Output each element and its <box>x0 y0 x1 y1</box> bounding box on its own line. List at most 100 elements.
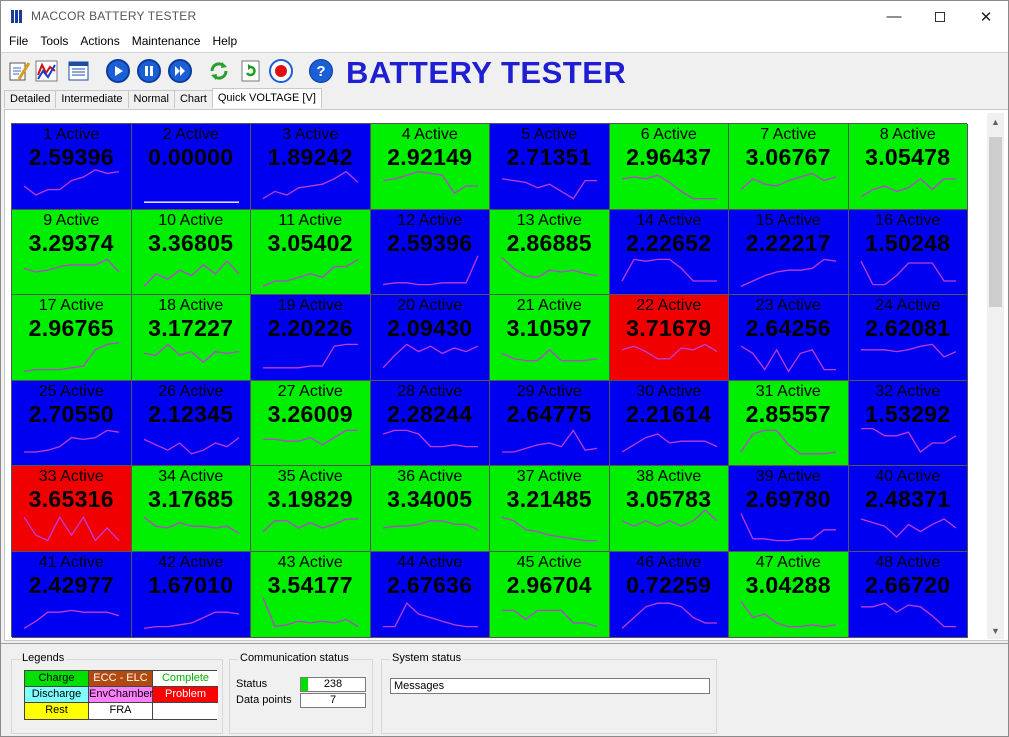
channel-cell[interactable]: 37 Active 3.21485 <box>490 466 610 552</box>
channel-cell[interactable]: 9 Active 3.29374 <box>12 209 132 296</box>
channel-cell[interactable]: 44 Active 2.67636 <box>370 551 490 638</box>
menu-file[interactable]: File <box>3 32 34 52</box>
minimize-button[interactable]: — <box>871 1 917 32</box>
channel-label: 34 Active <box>158 468 224 486</box>
channel-cell[interactable]: 23 Active 2.64256 <box>729 295 849 381</box>
vertical-scrollbar[interactable]: ▲ ▼ <box>987 113 1004 639</box>
channel-cell[interactable]: 34 Active 3.17685 <box>131 466 251 552</box>
channel-sparkline <box>382 170 478 195</box>
channel-sparkline <box>501 516 597 542</box>
channel-cell[interactable]: 6 Active 2.96437 <box>609 124 729 210</box>
channel-panel: 1 Active 2.59396 2 Active 0.00000 3 Active 1.… <box>4 109 1008 641</box>
channel-cell[interactable]: 18 Active 3.17227 <box>131 295 251 381</box>
channel-cell[interactable]: 11 Active 3.05402 <box>251 209 371 296</box>
channel-cell[interactable]: 4 Active 2.92149 <box>370 124 490 210</box>
channel-cell[interactable]: 12 Active 2.59396 <box>370 209 490 296</box>
recycle-icon[interactable] <box>207 59 231 83</box>
channel-sparkline <box>621 343 717 360</box>
sparkline-trace <box>740 429 837 455</box>
list-icon[interactable] <box>67 59 91 83</box>
channel-cell[interactable]: 16 Active 1.50248 <box>848 209 968 296</box>
menu-maintenance[interactable]: Maintenance <box>126 32 207 52</box>
menu-tools[interactable]: Tools <box>34 32 74 52</box>
channel-cell[interactable]: 45 Active 2.96704 <box>490 551 610 638</box>
menu-help[interactable]: Help <box>206 32 243 52</box>
tab-chart[interactable]: Chart <box>173 90 213 108</box>
channel-cell[interactable]: 5 Active 2.71351 <box>490 124 610 210</box>
play-icon[interactable] <box>106 59 130 83</box>
channel-cell[interactable]: 10 Active 3.36805 <box>131 209 251 296</box>
channel-label: 41 Active <box>38 553 104 571</box>
sparkline-trace <box>23 516 120 543</box>
channel-cell[interactable]: 43 Active 3.54177 <box>251 551 371 638</box>
channel-cell[interactable]: 31 Active 2.85557 <box>729 380 849 467</box>
channel-sparkline <box>24 429 120 453</box>
channel-cell[interactable]: 41 Active 2.42977 <box>12 551 132 638</box>
channel-cell[interactable]: 14 Active 2.22652 <box>609 209 729 296</box>
menu-actions[interactable]: Actions <box>74 32 125 52</box>
record-icon[interactable] <box>269 59 293 83</box>
sparkline-trace <box>740 172 837 191</box>
channel-cell[interactable]: 38 Active 3.05783 <box>609 466 729 552</box>
messages-field[interactable]: Messages <box>390 678 710 694</box>
sparkline-trace <box>382 520 478 531</box>
sparkline-trace <box>382 255 479 285</box>
channel-cell[interactable]: 3 Active 1.89242 <box>251 124 371 210</box>
channel-cell[interactable]: 40 Active 2.48371 <box>848 466 968 552</box>
graph-icon[interactable] <box>35 59 59 83</box>
channel-label: 6 Active <box>640 126 697 143</box>
channel-label: 44 Active <box>397 553 463 571</box>
channel-cell[interactable]: 47 Active 3.04288 <box>729 551 849 638</box>
channel-cell[interactable]: 36 Active 3.34005 <box>370 466 490 552</box>
channel-cell[interactable]: 46 Active 0.72259 <box>609 551 729 638</box>
channel-cell[interactable]: 27 Active 3.26009 <box>251 380 371 467</box>
channel-cell[interactable]: 26 Active 2.12345 <box>131 380 251 467</box>
scroll-thumb[interactable] <box>989 137 1002 307</box>
channel-cell[interactable]: 39 Active 2.69780 <box>729 466 849 552</box>
channel-cell[interactable]: 24 Active 2.62081 <box>848 295 968 381</box>
channel-cell[interactable]: 28 Active 2.28244 <box>370 380 490 467</box>
refresh-icon[interactable] <box>239 59 263 83</box>
channel-cell[interactable]: 48 Active 2.66720 <box>848 551 968 638</box>
channel-sparkline <box>23 169 120 196</box>
tab-detailed[interactable]: Detailed <box>4 90 57 108</box>
menu-bar: File Tools Actions Maintenance Help <box>1 32 1008 52</box>
channel-cell[interactable]: 42 Active 1.67010 <box>131 551 251 638</box>
channel-cell[interactable]: 19 Active 2.20226 <box>251 295 371 381</box>
channel-cell[interactable]: 21 Active 3.10597 <box>490 295 610 381</box>
channel-cell[interactable]: 13 Active 2.86885 <box>490 209 610 296</box>
channel-cell[interactable]: 29 Active 2.64775 <box>490 380 610 467</box>
close-button[interactable]: ✕ <box>963 1 1008 32</box>
channel-sparkline <box>860 177 956 198</box>
pause-icon[interactable] <box>137 59 161 83</box>
scroll-up-icon[interactable]: ▲ <box>987 113 1004 130</box>
channel-cell[interactable]: 7 Active 3.06767 <box>729 124 849 210</box>
step-icon[interactable] <box>168 59 192 83</box>
legend-table: Charge ECC - ELC Complete Discharge EnvChamb… <box>24 670 218 720</box>
tab-quick-voltage[interactable]: Quick VOLTAGE [V] <box>211 88 322 108</box>
channel-cell[interactable]: 1 Active 2.59396 <box>12 124 132 210</box>
edit-icon[interactable] <box>7 59 31 83</box>
channel-cell[interactable]: 32 Active 1.53292 <box>848 380 968 467</box>
channel-cell[interactable]: 8 Active 3.05478 <box>848 124 968 210</box>
channel-cell[interactable]: 15 Active 2.22217 <box>729 209 849 296</box>
help-icon[interactable]: ? <box>309 59 333 83</box>
channel-cell[interactable]: 30 Active 2.21614 <box>609 380 729 467</box>
channel-cell[interactable]: 25 Active 2.70550 <box>12 380 132 467</box>
channel-cell[interactable]: 17 Active 2.96765 <box>12 295 132 381</box>
channel-label: 45 Active <box>516 553 582 571</box>
channel-cell[interactable]: 2 Active 0.00000 <box>131 124 251 210</box>
sparkline-trace <box>143 611 239 630</box>
channel-cell[interactable]: 22 Active 3.71679 <box>609 295 729 381</box>
channel-sparkline <box>382 255 479 285</box>
sparkline-trace <box>24 429 120 453</box>
maccor-logo-icon <box>11 10 24 23</box>
channel-cell[interactable]: 35 Active 3.19829 <box>251 466 371 552</box>
maximize-button[interactable] <box>917 1 963 32</box>
channel-label: 15 Active <box>755 211 821 229</box>
tab-normal[interactable]: Normal <box>127 90 175 108</box>
tab-intermediate[interactable]: Intermediate <box>55 90 129 108</box>
scroll-down-icon[interactable]: ▼ <box>987 622 1004 639</box>
channel-cell[interactable]: 33 Active 3.65316 <box>12 466 132 552</box>
channel-cell[interactable]: 20 Active 2.09430 <box>370 295 490 381</box>
